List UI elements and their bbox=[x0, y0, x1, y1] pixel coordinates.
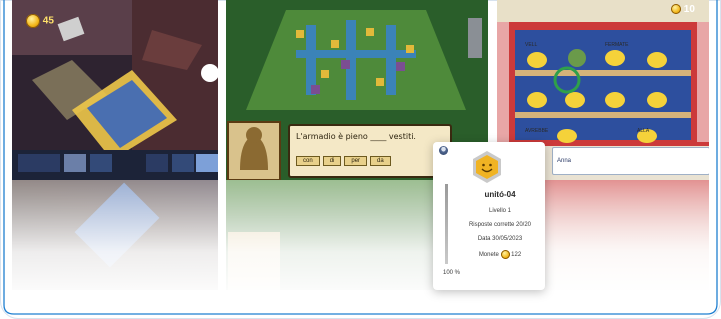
duck-label[interactable]: AVREBBE bbox=[525, 128, 548, 134]
avatar-icon bbox=[439, 146, 448, 155]
question-dialog: L'armadio è pieno ____ vestiti. con di p… bbox=[288, 124, 452, 178]
coins-value: 122 bbox=[511, 252, 522, 259]
coin-icon bbox=[500, 250, 510, 259]
coin-count: 45 bbox=[42, 15, 54, 27]
coins-row: Monete 122 bbox=[455, 250, 545, 259]
profile-card[interactable]: unitó-04 Livello 1 Risposte corrette 20/… bbox=[433, 142, 545, 290]
choice-per[interactable]: per bbox=[344, 156, 368, 166]
choice-di[interactable]: di bbox=[322, 156, 342, 166]
reflection-fade bbox=[8, 180, 713, 300]
date-text: Data 30/05/2023 bbox=[477, 236, 523, 242]
answer-choices: con di per da bbox=[296, 156, 391, 166]
duck-label[interactable]: ALLA bbox=[637, 128, 649, 134]
smiley-badge-icon bbox=[473, 151, 501, 183]
coin-icon bbox=[671, 4, 681, 15]
coin-counter: 45 bbox=[26, 14, 54, 28]
progress-percent: 100 % bbox=[443, 270, 461, 276]
coins-label: Monete bbox=[478, 252, 499, 259]
screenshot-board-game: 45 bbox=[12, 0, 218, 180]
correct-answers-text: Risposte corrette 20/20 bbox=[468, 222, 532, 228]
duck-label[interactable]: VELL bbox=[525, 42, 537, 48]
coin-count: 10 bbox=[683, 4, 695, 15]
choice-da[interactable]: da bbox=[370, 156, 391, 166]
level-text: Livello 1 bbox=[488, 208, 511, 214]
profile-title: unitó-04 bbox=[484, 190, 516, 199]
duck-label[interactable]: FERMATE bbox=[605, 42, 629, 48]
answer-prefix: Anna bbox=[557, 158, 572, 164]
answer-input[interactable]: Anna bbox=[552, 147, 709, 175]
choice-con[interactable]: con bbox=[296, 156, 320, 166]
question-sentence: L'armadio è pieno ____ vestiti. bbox=[296, 132, 416, 141]
progress-bar bbox=[445, 184, 448, 264]
coin-counter: 10 bbox=[671, 4, 695, 15]
coin-icon bbox=[26, 14, 40, 28]
